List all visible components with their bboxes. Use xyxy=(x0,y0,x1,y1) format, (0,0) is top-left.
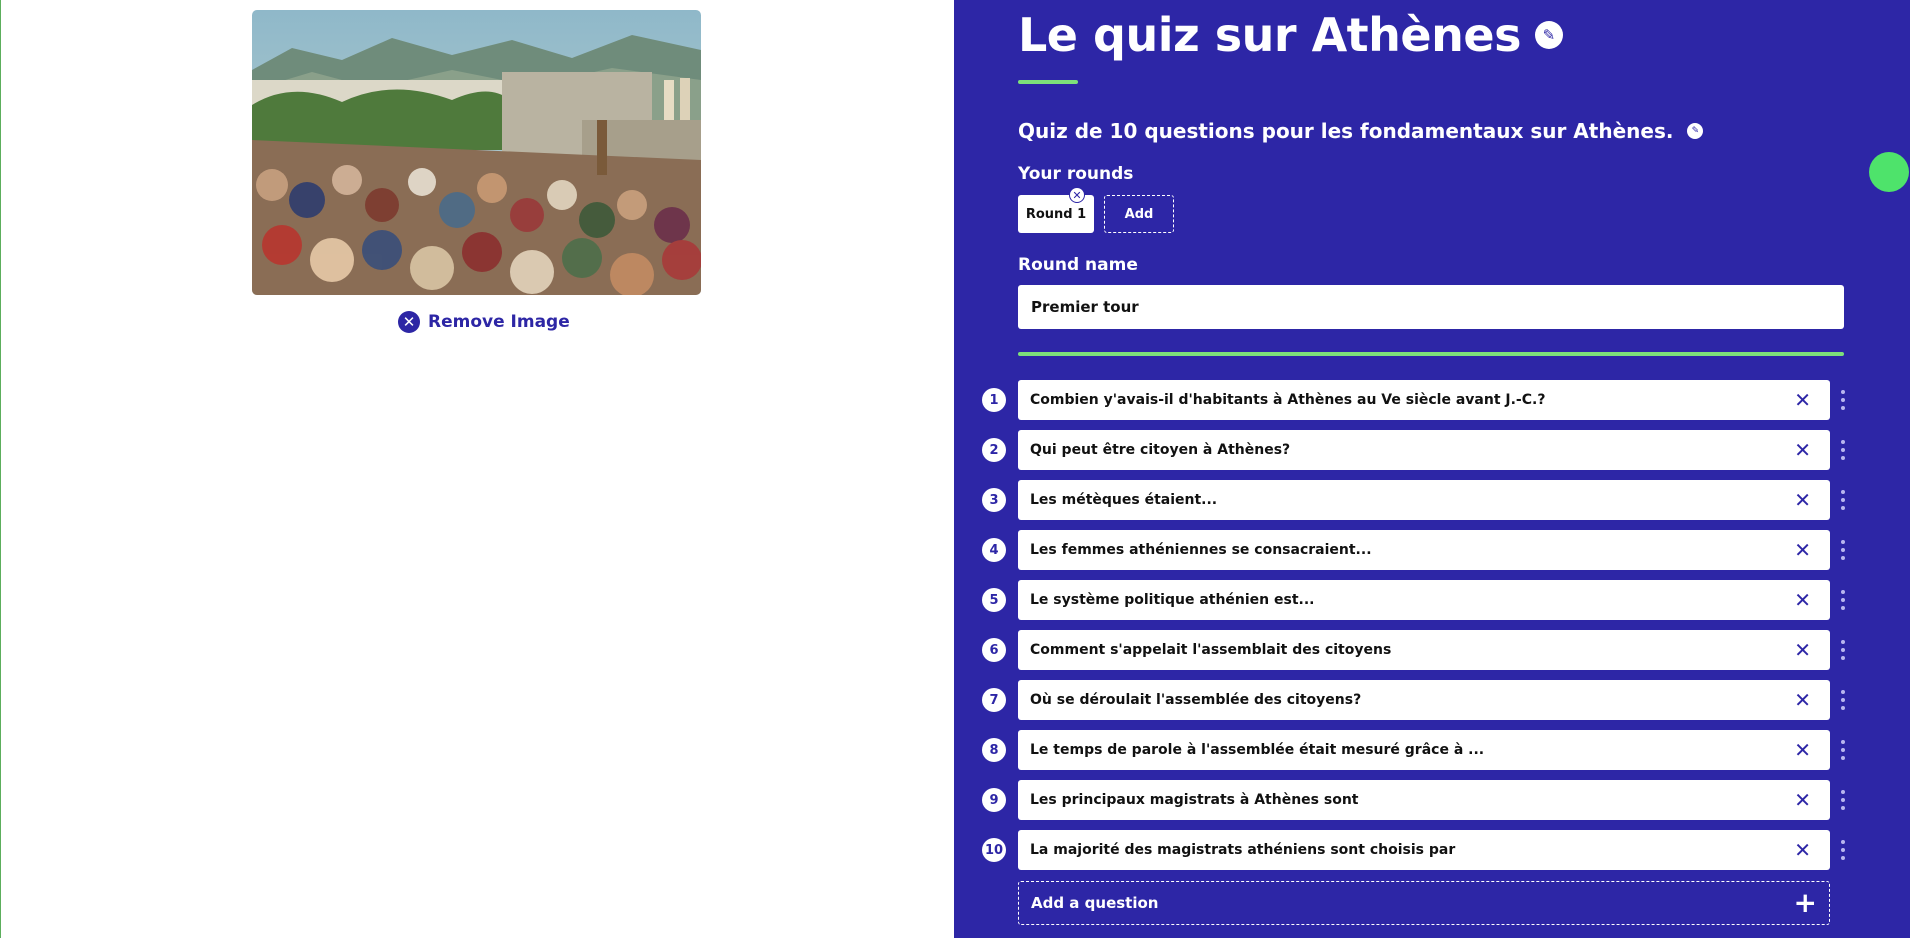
question-text: Les femmes athéniennes se consacraient..… xyxy=(1030,542,1372,558)
question-row: 10 La majorité des magistrats athéniens … xyxy=(982,830,1882,870)
question-text: Les principaux magistrats à Athènes sont xyxy=(1030,792,1359,808)
left-border xyxy=(0,0,1,938)
question-number: 4 xyxy=(982,538,1006,562)
drag-handle-icon[interactable] xyxy=(1840,590,1846,610)
add-question-button[interactable]: Add a question + xyxy=(1018,881,1830,925)
question-text: Le temps de parole à l'assemblée était m… xyxy=(1030,742,1485,758)
round-name-label: Round name xyxy=(1018,255,1138,275)
question-row: 6 Comment s'appelait l'assemblait des ci… xyxy=(982,630,1882,670)
delete-x-icon[interactable]: ✕ xyxy=(1794,390,1811,410)
question-number: 10 xyxy=(982,838,1006,862)
delete-x-icon[interactable]: ✕ xyxy=(1794,840,1811,860)
remove-round-close-icon[interactable]: ✕ xyxy=(1069,187,1085,203)
add-question-label: Add a question xyxy=(1031,894,1159,912)
title-row: Le quiz sur Athènes ✎ xyxy=(1018,8,1563,62)
section-divider xyxy=(1018,352,1844,356)
delete-x-icon[interactable]: ✕ xyxy=(1794,690,1811,710)
delete-x-icon[interactable]: ✕ xyxy=(1794,640,1811,660)
question-item[interactable]: Les principaux magistrats à Athènes sont… xyxy=(1018,780,1830,820)
edit-title-pencil-icon[interactable]: ✎ xyxy=(1534,21,1563,49)
quiz-description: Quiz de 10 questions pour les fondamenta… xyxy=(1018,119,1674,143)
status-dot[interactable] xyxy=(1869,152,1909,192)
rounds-label: Your rounds xyxy=(1018,164,1134,184)
question-number: 6 xyxy=(982,638,1006,662)
question-number: 8 xyxy=(982,738,1006,762)
question-text: Combien y'avais-il d'habitants à Athènes… xyxy=(1030,392,1546,408)
drag-handle-icon[interactable] xyxy=(1840,790,1846,810)
edit-description-pencil-icon[interactable]: ✎ xyxy=(1687,123,1704,139)
question-row: 5 Le système politique athénien est... ✕ xyxy=(982,580,1882,620)
question-text: Le système politique athénien est... xyxy=(1030,592,1315,608)
question-item[interactable]: Où se déroulait l'assemblée des citoyens… xyxy=(1018,680,1830,720)
delete-x-icon[interactable]: ✕ xyxy=(1794,790,1811,810)
question-row: 1 Combien y'avais-il d'habitants à Athèn… xyxy=(982,380,1882,420)
delete-x-icon[interactable]: ✕ xyxy=(1794,740,1811,760)
question-item[interactable]: Combien y'avais-il d'habitants à Athènes… xyxy=(1018,380,1830,420)
question-row: 9 Les principaux magistrats à Athènes so… xyxy=(982,780,1882,820)
title-underline xyxy=(1018,80,1078,84)
question-row: 4 Les femmes athéniennes se consacraient… xyxy=(982,530,1882,570)
drag-handle-icon[interactable] xyxy=(1840,540,1846,560)
question-number: 1 xyxy=(982,388,1006,412)
quiz-image xyxy=(252,10,701,295)
question-row: 7 Où se déroulait l'assemblée des citoye… xyxy=(982,680,1882,720)
question-row: 2 Qui peut être citoyen à Athènes? ✕ xyxy=(982,430,1882,470)
drag-handle-icon[interactable] xyxy=(1840,840,1846,860)
question-row: 3 Les métèques étaient... ✕ xyxy=(982,480,1882,520)
quiz-image-illustration xyxy=(252,10,701,295)
drag-handle-icon[interactable] xyxy=(1840,490,1846,510)
question-number: 5 xyxy=(982,588,1006,612)
question-text: Les métèques étaient... xyxy=(1030,492,1218,508)
question-item[interactable]: Les femmes athéniennes se consacraient..… xyxy=(1018,530,1830,570)
question-text: La majorité des magistrats athéniens son… xyxy=(1030,842,1456,858)
drag-handle-icon[interactable] xyxy=(1840,440,1846,460)
delete-x-icon[interactable]: ✕ xyxy=(1794,540,1811,560)
quiz-title: Le quiz sur Athènes xyxy=(1018,8,1521,62)
delete-x-icon[interactable]: ✕ xyxy=(1794,490,1811,510)
question-text: Comment s'appelait l'assemblait des cito… xyxy=(1030,642,1392,658)
question-number: 2 xyxy=(982,438,1006,462)
delete-x-icon[interactable]: ✕ xyxy=(1794,440,1811,460)
question-item[interactable]: Les métèques étaient... ✕ xyxy=(1018,480,1830,520)
quiz-editor-panel: Le quiz sur Athènes ✎ Quiz de 10 questio… xyxy=(954,0,1910,938)
remove-image-button[interactable]: ✕ Remove Image xyxy=(398,311,570,333)
drag-handle-icon[interactable] xyxy=(1840,640,1846,660)
question-row: 8 Le temps de parole à l'assemblée était… xyxy=(982,730,1882,770)
drag-handle-icon[interactable] xyxy=(1840,690,1846,710)
question-text: Qui peut être citoyen à Athènes? xyxy=(1030,442,1291,458)
round-name-input[interactable] xyxy=(1018,285,1844,329)
question-text: Où se déroulait l'assemblée des citoyens… xyxy=(1030,692,1362,708)
question-number: 7 xyxy=(982,688,1006,712)
description-row: Quiz de 10 questions pour les fondamenta… xyxy=(1018,119,1704,143)
plus-icon: + xyxy=(1793,886,1817,919)
question-item[interactable]: La majorité des magistrats athéniens son… xyxy=(1018,830,1830,870)
question-item[interactable]: Le temps de parole à l'assemblée était m… xyxy=(1018,730,1830,770)
add-round-button[interactable]: Add xyxy=(1104,195,1174,233)
image-panel: ✕ Remove Image xyxy=(0,0,954,938)
close-circle-icon: ✕ xyxy=(398,311,420,333)
delete-x-icon[interactable]: ✕ xyxy=(1794,590,1811,610)
question-number: 3 xyxy=(982,488,1006,512)
question-number: 9 xyxy=(982,788,1006,812)
question-item[interactable]: Qui peut être citoyen à Athènes? ✕ xyxy=(1018,430,1830,470)
question-item[interactable]: Comment s'appelait l'assemblait des cito… xyxy=(1018,630,1830,670)
question-item[interactable]: Le système politique athénien est... ✕ xyxy=(1018,580,1830,620)
remove-image-label: Remove Image xyxy=(428,312,570,332)
drag-handle-icon[interactable] xyxy=(1840,740,1846,760)
drag-handle-icon[interactable] xyxy=(1840,390,1846,410)
